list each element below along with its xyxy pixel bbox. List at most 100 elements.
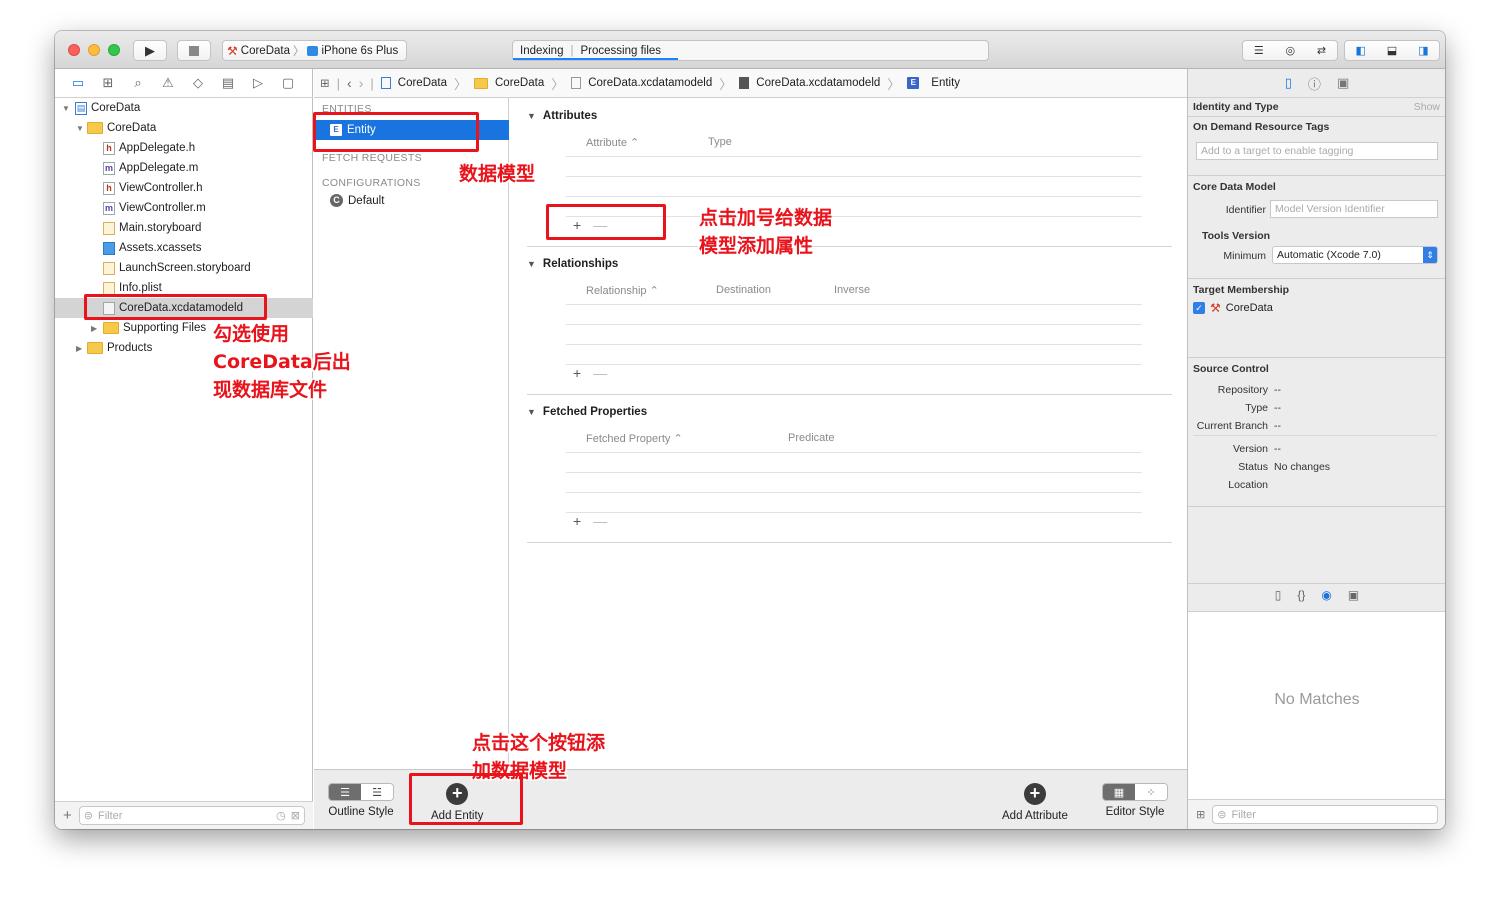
- breakpoint-icon[interactable]: ▷: [249, 75, 267, 91]
- add-file-icon[interactable]: +: [63, 807, 72, 824]
- header-file-icon: h: [103, 141, 115, 155]
- table-style-icon[interactable]: ▦: [1103, 784, 1135, 800]
- assistant-editor-icon[interactable]: ◎: [1286, 44, 1296, 57]
- navigator-filter-field[interactable]: ⊜ Filter ◷ ⊠: [78, 806, 305, 825]
- editor-style-control[interactable]: ▦ ⁘ Editor Style: [1102, 783, 1168, 818]
- outline-style-control[interactable]: ☰ ☱ Outline Style: [328, 783, 394, 818]
- quick-help-icon[interactable]: ⓘ: [1308, 74, 1321, 93]
- version-value: --: [1274, 443, 1281, 455]
- storyboard-file-icon: [103, 221, 115, 235]
- disclosure-open-icon[interactable]: ▼: [527, 259, 536, 269]
- tree-item-file[interactable]: LaunchScreen.storyboard: [55, 258, 313, 278]
- file-inspector-icon[interactable]: ▯: [1285, 75, 1292, 91]
- tree-item-label: LaunchScreen.storyboard: [119, 262, 251, 274]
- tree-item-label: AppDelegate.m: [119, 162, 199, 174]
- run-button[interactable]: ▶: [133, 40, 167, 61]
- disclosure-open-icon[interactable]: ▼: [527, 111, 536, 121]
- checkbox-checked-icon[interactable]: ✓: [1193, 302, 1205, 314]
- remove-fetched-property-button[interactable]: —: [593, 513, 607, 529]
- toggle-utilities-icon[interactable]: ◨: [1418, 44, 1428, 57]
- branch-value: --: [1274, 420, 1281, 432]
- identifier-field[interactable]: Model Version Identifier: [1270, 200, 1438, 218]
- configuration-default[interactable]: C Default: [330, 194, 384, 207]
- column-header-type[interactable]: Type: [708, 136, 732, 148]
- folder-icon: [474, 77, 488, 89]
- folder-icon[interactable]: ▭: [69, 75, 87, 91]
- show-button[interactable]: Show: [1414, 101, 1440, 113]
- tree-item-file[interactable]: Main.storyboard: [55, 218, 313, 238]
- tags-field[interactable]: Add to a target to enable tagging: [1196, 142, 1438, 160]
- remove-relationship-button[interactable]: —: [593, 365, 607, 381]
- data-model-inspector-icon[interactable]: ▣: [1337, 75, 1349, 91]
- minimize-window-button[interactable]: [88, 44, 100, 56]
- editor-mode-control[interactable]: ☰ ◎ ⇄: [1242, 40, 1338, 61]
- stop-button[interactable]: [177, 40, 211, 61]
- tree-item-group-coredata[interactable]: ▼ CoreData: [55, 118, 313, 138]
- tree-item-file[interactable]: Assets.xcassets: [55, 238, 313, 258]
- disclosure-open-icon[interactable]: ▼: [527, 407, 536, 417]
- object-library-icon[interactable]: ◉: [1321, 588, 1331, 602]
- column-header-attribute[interactable]: Attribute ⌃: [586, 136, 639, 149]
- breadcrumb-item[interactable]: Entity: [931, 77, 960, 89]
- forward-icon[interactable]: ›: [359, 75, 364, 91]
- add-fetched-property-button[interactable]: +: [573, 513, 581, 529]
- column-header-relationship[interactable]: Relationship ⌃: [586, 284, 659, 297]
- standard-editor-icon[interactable]: ☰: [1254, 44, 1264, 57]
- column-label: Relationship: [586, 285, 647, 297]
- grid-view-icon[interactable]: ⊞: [1196, 808, 1205, 821]
- file-template-icon[interactable]: ▯: [1275, 588, 1282, 602]
- toggle-navigator-icon[interactable]: ◧: [1355, 44, 1365, 57]
- zoom-window-button[interactable]: [108, 44, 120, 56]
- code-snippet-icon[interactable]: {}: [1297, 588, 1305, 602]
- library-filter-field[interactable]: ⊜ Filter: [1212, 805, 1438, 824]
- outline-style-label: Outline Style: [328, 806, 394, 818]
- minimum-select[interactable]: Automatic (Xcode 7.0) ⇕: [1272, 246, 1438, 264]
- disclosure-closed-icon[interactable]: ▶: [76, 344, 82, 353]
- disclosure-open-icon[interactable]: ▼: [62, 104, 70, 113]
- close-window-button[interactable]: [68, 44, 80, 56]
- debug-icon[interactable]: ▤: [219, 75, 237, 91]
- version-editor-icon[interactable]: ⇄: [1317, 44, 1326, 57]
- view-toggle-control[interactable]: ◧ ⬓ ◨: [1344, 40, 1440, 61]
- disclosure-open-icon[interactable]: ▼: [76, 124, 84, 133]
- column-header-inverse[interactable]: Inverse: [834, 284, 870, 296]
- outline-tree-icon[interactable]: ☱: [361, 784, 393, 800]
- scm-filter-icon[interactable]: ⊠: [291, 809, 300, 822]
- table-row-line: [566, 156, 1142, 157]
- breadcrumb-item[interactable]: CoreData: [495, 77, 544, 89]
- target-membership-row[interactable]: ✓ ⚒ CoreData: [1193, 301, 1273, 315]
- search-icon[interactable]: ⌕: [129, 75, 147, 91]
- column-header-fetched-property[interactable]: Fetched Property ⌃: [586, 432, 683, 445]
- outline-style-segmented[interactable]: ☰ ☱: [328, 783, 394, 801]
- breadcrumb-item[interactable]: CoreData.xcdatamodeld: [588, 77, 712, 89]
- tree-item-label: ViewController.h: [119, 182, 203, 194]
- column-header-predicate[interactable]: Predicate: [788, 432, 834, 444]
- warning-icon[interactable]: ⚠: [159, 75, 177, 91]
- breadcrumb-item[interactable]: CoreData: [398, 77, 447, 89]
- add-attribute-button[interactable]: + Add Attribute: [1002, 783, 1068, 822]
- configuration-label: Default: [348, 194, 385, 207]
- media-library-icon[interactable]: ▣: [1348, 588, 1359, 602]
- outline-flat-icon[interactable]: ☰: [329, 784, 361, 800]
- tree-item-file[interactable]: m AppDelegate.m: [55, 158, 313, 178]
- tree-item-file[interactable]: m ViewController.m: [55, 198, 313, 218]
- breadcrumb-item[interactable]: CoreData.xcdatamodeld: [756, 77, 880, 89]
- back-icon[interactable]: ‹: [347, 75, 352, 91]
- tree-item-project[interactable]: ▼ ▤ CoreData: [55, 98, 313, 118]
- related-items-icon[interactable]: ⊞: [320, 76, 330, 90]
- symbol-navigator-icon[interactable]: ⊞: [99, 75, 117, 91]
- toggle-debug-area-icon[interactable]: ⬓: [1387, 44, 1397, 57]
- disclosure-closed-icon[interactable]: ▶: [91, 324, 97, 333]
- column-label: Attribute: [586, 137, 627, 149]
- add-relationship-button[interactable]: +: [573, 365, 581, 381]
- scheme-selector[interactable]: ⚒ CoreData 〉 iPhone 6s Plus: [222, 40, 407, 61]
- tree-item-file[interactable]: h AppDelegate.h: [55, 138, 313, 158]
- report-icon[interactable]: ▢: [279, 75, 297, 91]
- editor-style-segmented[interactable]: ▦ ⁘: [1102, 783, 1168, 801]
- graph-style-icon[interactable]: ⁘: [1135, 784, 1167, 800]
- test-icon[interactable]: ◇: [189, 75, 207, 91]
- column-header-destination[interactable]: Destination: [716, 284, 771, 296]
- recent-files-icon[interactable]: ◷: [276, 809, 286, 822]
- table-row-line: [566, 492, 1142, 493]
- tree-item-file[interactable]: h ViewController.h: [55, 178, 313, 198]
